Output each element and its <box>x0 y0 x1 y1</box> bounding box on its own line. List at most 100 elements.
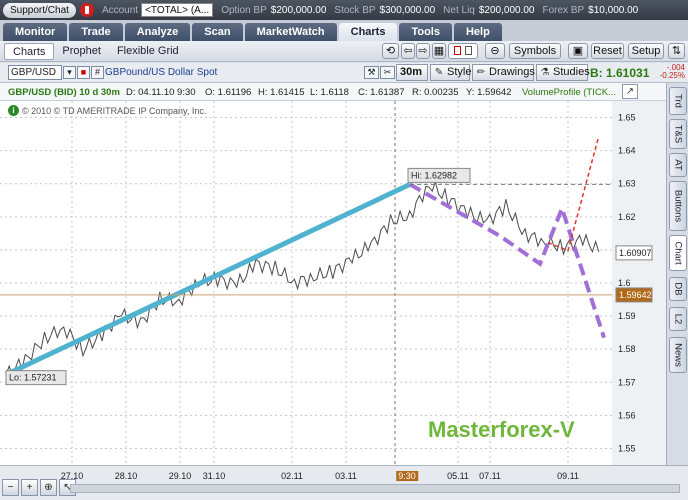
hash-icon[interactable]: # <box>91 66 104 79</box>
symbols-label: Symbols <box>513 45 557 57</box>
side-tab-news[interactable]: News <box>669 337 687 373</box>
y-tick-label: 1.6 <box>618 278 631 288</box>
info-open: O: 1.61196 <box>205 87 252 98</box>
zoom-in-icon[interactable]: + <box>21 479 38 496</box>
tab-help[interactable]: Help <box>453 23 502 41</box>
tool-icon[interactable]: ⚒ <box>364 66 379 79</box>
alert-icon[interactable] <box>79 3 94 17</box>
reset-button[interactable]: Reset <box>591 43 624 59</box>
tab-charts[interactable]: Charts <box>338 23 398 41</box>
side-tab-buttons-label: Buttons <box>672 189 684 223</box>
scissors-icon[interactable]: ✂ <box>380 66 395 79</box>
y-tick-label: 1.63 <box>618 179 636 189</box>
side-tab-chart-label: Chart <box>672 241 684 265</box>
symbol-dropdown-icon[interactable]: ▾ <box>63 66 76 79</box>
y-tick-label: 1.56 <box>618 410 636 420</box>
x-highlight-label: 9:30 <box>396 471 418 481</box>
chart-header: GBP/USD ▾ ■ # GBPound/US Dollar Spot ⚒ ✂… <box>0 63 688 83</box>
account-select[interactable]: <TOTAL> (A... <box>141 3 214 17</box>
option-bp-value: $200,000.00 <box>270 4 327 16</box>
chart-scrollbar[interactable] <box>70 484 680 493</box>
side-tab-l2[interactable]: L2 <box>669 307 687 331</box>
studies-label: Studies <box>553 66 590 78</box>
setup-label: Setup <box>631 45 661 57</box>
chart-title: GBP/USD (BID) 10 d 30m <box>8 87 120 98</box>
style-icon: ✎ <box>434 67 444 78</box>
tab-marketwatch[interactable]: MarketWatch <box>244 23 337 41</box>
forex-bp-value: $10,000.00 <box>588 4 639 16</box>
side-tab-at[interactable]: AT <box>669 153 687 177</box>
info-low: L: 1.6118 <box>310 87 349 98</box>
info-range: R: 0.00235 <box>412 87 459 98</box>
y-tick-label: 1.64 <box>618 146 636 156</box>
side-tab-db-label: DB <box>672 282 684 296</box>
side-tab-l2-label: L2 <box>672 313 684 325</box>
side-tab-at-label: AT <box>672 159 684 171</box>
hi-label: Hi: 1.62982 <box>411 170 457 180</box>
tab-monitor[interactable]: Monitor <box>3 23 68 41</box>
timeframe-button[interactable]: 30m <box>396 64 428 81</box>
x-tick-label: 05.11 <box>447 471 469 481</box>
side-tab-buttons[interactable]: Buttons <box>669 181 687 231</box>
drawings-button[interactable]: ✏ Drawings <box>472 64 535 81</box>
tab-scan[interactable]: Scan <box>192 23 243 41</box>
y-tick-label: 1.57 <box>618 377 636 387</box>
chart-tools: − + ⊕ ↖ <box>2 479 78 496</box>
screen-icon[interactable]: ▣ <box>568 43 588 59</box>
price-chart[interactable]: 1.651.641.631.621.611.61.591.581.571.561… <box>0 101 666 465</box>
link-icon[interactable]: ⟲ <box>382 43 399 59</box>
stock-bp-value: $300,000.00 <box>379 4 436 16</box>
back-arrow-icon[interactable]: ⇦ <box>401 43 415 59</box>
subtab-prophet[interactable]: Prophet <box>54 43 109 60</box>
style-button[interactable]: ✎ Style <box>430 64 471 81</box>
side-tab-trd-label: Trd <box>672 94 684 108</box>
sub-tabs: Charts Prophet Flexible Grid ⟲ ⇦ ⇨ ▦ ⊖ S… <box>0 41 688 62</box>
chart-type-icon[interactable]: ↗ <box>622 84 638 99</box>
symbols-button[interactable]: Symbols <box>509 43 561 59</box>
chart-svg: 1.651.641.631.621.611.61.591.581.571.561… <box>0 101 666 465</box>
x-tick-label: 31.10 <box>202 471 226 481</box>
lo-label: Lo: 1.57231 <box>9 373 57 383</box>
forward-arrow-icon[interactable]: ⇨ <box>416 43 430 59</box>
x-tick-label: 29.10 <box>168 471 192 481</box>
info-y: Y: 1.59642 <box>466 87 512 98</box>
symbol-description: GBPound/US Dollar Spot <box>105 67 218 78</box>
grid-layout-icon[interactable]: ▦ <box>432 43 446 59</box>
side-tab-chart[interactable]: Chart <box>669 235 687 271</box>
tab-trade[interactable]: Trade <box>69 23 123 41</box>
y-tick-label: 1.55 <box>618 443 636 453</box>
support-chat-button[interactable]: Support/Chat <box>3 2 76 18</box>
layout-picker-icon[interactable] <box>448 43 478 59</box>
color-icon[interactable]: ■ <box>77 66 90 79</box>
side-tab-trd[interactable]: Trd <box>669 87 687 115</box>
app-window: Support/Chat Account <TOTAL> (A... Optio… <box>0 0 688 500</box>
y-tick-label: 1.58 <box>618 344 636 354</box>
chart-info-row: GBP/USD (BID) 10 d 30m D: 04.11.10 9:30 … <box>0 83 688 101</box>
crosshair-price-label: 1.59642 <box>619 290 652 300</box>
zoom-out-icon[interactable]: − <box>2 479 19 496</box>
drawings-label: Drawings <box>489 66 535 78</box>
side-tab-db[interactable]: DB <box>669 277 687 301</box>
x-tick-label: 02.11 <box>281 471 303 481</box>
forex-bp-label: Forex BP <box>542 4 585 16</box>
y-tick-label: 1.59 <box>618 311 636 321</box>
x-tick-label: 09.11 <box>557 471 579 481</box>
studies-button[interactable]: ⚗ Studies <box>536 64 590 81</box>
side-tab-ts-label: T&S <box>672 124 684 144</box>
symbol-input[interactable]: GBP/USD <box>8 65 62 80</box>
side-tab-news-label: News <box>672 343 684 367</box>
chain-icon[interactable]: ⊖ <box>485 43 505 59</box>
subtab-charts[interactable]: Charts <box>4 42 55 60</box>
bid-price: B: 1.61031 <box>590 66 650 80</box>
expand-icon[interactable]: ⇅ <box>668 43 685 59</box>
tab-analyze[interactable]: Analyze <box>124 23 191 41</box>
side-tab-ts[interactable]: T&S <box>669 119 687 149</box>
net-liq-value: $200,000.00 <box>478 4 535 16</box>
setup-button[interactable]: Setup <box>628 43 664 59</box>
tab-tools[interactable]: Tools <box>399 23 452 41</box>
y-tick-label: 1.62 <box>618 212 636 222</box>
info-close: C: 1.61387 <box>358 87 405 98</box>
subtab-flexible-grid[interactable]: Flexible Grid <box>109 43 187 60</box>
zoom-icon[interactable]: ⊕ <box>40 479 57 496</box>
info-icon[interactable]: i <box>8 105 19 116</box>
